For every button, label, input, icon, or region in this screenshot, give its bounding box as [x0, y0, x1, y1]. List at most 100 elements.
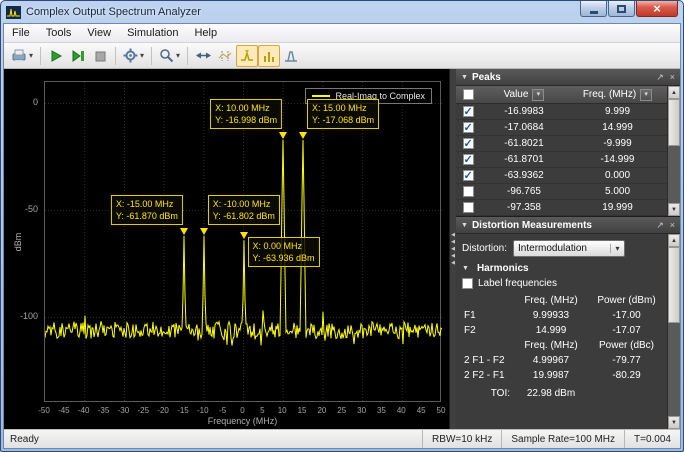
peak-frequency: 0.000	[568, 170, 667, 181]
full-span-button[interactable]	[192, 45, 214, 67]
scrollbar-track[interactable]	[668, 247, 680, 416]
column-header-value: Value	[504, 89, 529, 100]
distortion-scrollbar[interactable]: ▲ ▼	[667, 234, 680, 429]
panel-splitter[interactable]: ◀ ◀ ◀ ◀ ◀	[449, 69, 456, 429]
spectral-mask-button[interactable]	[280, 45, 302, 67]
peaks-table-header: Value ▾ Freq. (MHz) ▾	[456, 86, 667, 104]
run-button[interactable]	[45, 45, 67, 67]
settings-button[interactable]: ▾	[120, 45, 147, 67]
x-tick-label: 50	[437, 406, 446, 415]
collapse-icon[interactable]: ▼	[461, 74, 468, 81]
peak-marker-icon[interactable]	[299, 132, 307, 139]
label-frequencies-label: Label frequencies	[478, 278, 557, 289]
cursor-measurements-button[interactable]	[214, 45, 236, 67]
x-tick-label: -15	[177, 406, 189, 415]
filter-dropdown-icon[interactable]: ▾	[640, 89, 652, 101]
export-button[interactable]: ▾	[8, 45, 36, 67]
distortion-measurements-button[interactable]	[258, 45, 280, 67]
scroll-up-icon[interactable]: ▲	[668, 86, 680, 99]
peak-finder-button[interactable]	[236, 45, 258, 67]
filter-dropdown-icon[interactable]: ▾	[532, 89, 544, 101]
peak-frequency: 19.999	[568, 202, 667, 213]
scroll-down-icon[interactable]: ▼	[668, 203, 680, 216]
step-forward-button[interactable]	[67, 45, 89, 67]
data-cursor-label[interactable]: X: 0.00 MHzY: -63.936 dBm	[248, 237, 320, 267]
data-cursor-label[interactable]: X: -10.00 MHzY: -61.802 dBm	[208, 195, 280, 225]
maximize-button[interactable]	[608, 1, 635, 17]
menu-file[interactable]: File	[4, 25, 38, 41]
main-content: 0-50-100 dBm Real-Imag to Complex X: -15…	[4, 69, 680, 429]
close-icon[interactable]: ×	[670, 220, 675, 230]
peak-row: -63.93620.000	[456, 168, 667, 184]
menu-view[interactable]: View	[79, 25, 119, 41]
peaks-panel-header[interactable]: ▼ Peaks ↗ ×	[456, 69, 680, 86]
distortion-select[interactable]: Intermodulation ▾	[513, 240, 625, 257]
scroll-up-icon[interactable]: ▲	[668, 234, 680, 247]
label-frequencies-checkbox[interactable]	[462, 278, 473, 289]
distortion-table: Freq. (MHz) Power (dBm) F1 9.99933 -17.0…	[462, 293, 665, 401]
close-button[interactable]: ×	[636, 1, 678, 17]
select-all-checkbox[interactable]	[463, 89, 474, 100]
x-tick-label: 0	[240, 406, 244, 415]
minimize-button[interactable]	[580, 1, 607, 17]
x-tick-label: 45	[417, 406, 426, 415]
y-tick-label: 0	[4, 97, 38, 107]
scrollbar-thumb[interactable]	[668, 247, 680, 323]
collapse-icon[interactable]: ▼	[462, 265, 469, 272]
data-cursor-label[interactable]: X: 15.00 MHzY: -17.068 dBm	[307, 99, 379, 129]
undock-icon[interactable]: ↗	[656, 220, 664, 231]
distortion-panel-header[interactable]: ▼ Distortion Measurements ↗ ×	[456, 217, 680, 234]
spectrum-plot[interactable]: 0-50-100 dBm Real-Imag to Complex X: -15…	[4, 69, 449, 429]
peaks-scrollbar[interactable]: ▲ ▼	[667, 86, 680, 216]
full-span-icon	[196, 50, 211, 61]
peak-checkbox[interactable]	[463, 186, 474, 197]
run-icon	[49, 49, 63, 63]
toolbar-separator	[115, 47, 116, 65]
harmonics-title: Harmonics	[477, 263, 529, 274]
toolbar-separator	[151, 47, 152, 65]
distortion-content: Distortion: Intermodulation ▾ ▼ Harmonic…	[456, 234, 667, 429]
status-rbw: RBW=10 kHz	[422, 430, 501, 448]
zoom-button[interactable]: ▾	[156, 45, 183, 67]
undock-icon[interactable]: ↗	[656, 72, 664, 83]
peak-marker-icon[interactable]	[180, 228, 188, 235]
peak-frequency: -14.999	[568, 154, 667, 165]
x-tick-label: -10	[197, 406, 209, 415]
scroll-down-icon[interactable]: ▼	[668, 416, 680, 429]
dist-header-freq: Freq. (MHz)	[514, 295, 588, 306]
title-bar[interactable]: Complex Output Spectrum Analyzer ×	[1, 1, 683, 23]
minimize-icon	[590, 11, 598, 14]
x-tick-label: -5	[219, 406, 226, 415]
peak-marker-icon[interactable]	[200, 228, 208, 235]
x-tick-label: -35	[98, 406, 110, 415]
peaks-panel: ▼ Peaks ↗ × Value ▾	[456, 69, 680, 217]
peak-checkbox[interactable]	[463, 202, 474, 213]
distortion-selected-value: Intermodulation	[514, 243, 610, 254]
menu-simulation[interactable]: Simulation	[119, 25, 186, 41]
peak-checkbox[interactable]	[463, 154, 474, 165]
menu-help[interactable]: Help	[186, 25, 225, 41]
peak-marker-icon[interactable]	[240, 232, 248, 239]
scrollbar-thumb[interactable]	[668, 99, 680, 146]
peak-checkbox[interactable]	[463, 122, 474, 133]
peak-checkbox[interactable]	[463, 106, 474, 117]
plot-axes[interactable]: Real-Imag to Complex X: -15.00 MHzY: -61…	[44, 81, 441, 402]
stop-button[interactable]	[89, 45, 111, 67]
collapse-left-icon: ◀	[451, 253, 455, 260]
peak-marker-icon[interactable]	[279, 132, 287, 139]
peak-checkbox[interactable]	[463, 138, 474, 149]
peak-checkbox[interactable]	[463, 170, 474, 181]
peak-value: -97.358	[480, 202, 568, 213]
table-row: 2 F1 - F2 4.99967 -79.77	[462, 353, 665, 368]
close-icon[interactable]: ×	[670, 72, 675, 82]
scrollbar-track[interactable]	[668, 99, 680, 203]
menu-tools[interactable]: Tools	[38, 25, 80, 41]
data-cursor-label[interactable]: X: -15.00 MHzY: -61.870 dBm	[111, 195, 183, 225]
peak-value: -61.8021	[480, 138, 568, 149]
distortion-panel-title: Distortion Measurements	[472, 220, 650, 231]
x-tick-label: 15	[298, 406, 307, 415]
step-forward-icon	[71, 49, 85, 63]
x-tick-label: -25	[137, 406, 149, 415]
collapse-icon[interactable]: ▼	[461, 222, 468, 229]
data-cursor-label[interactable]: X: 10.00 MHzY: -16.998 dBm	[210, 99, 282, 129]
